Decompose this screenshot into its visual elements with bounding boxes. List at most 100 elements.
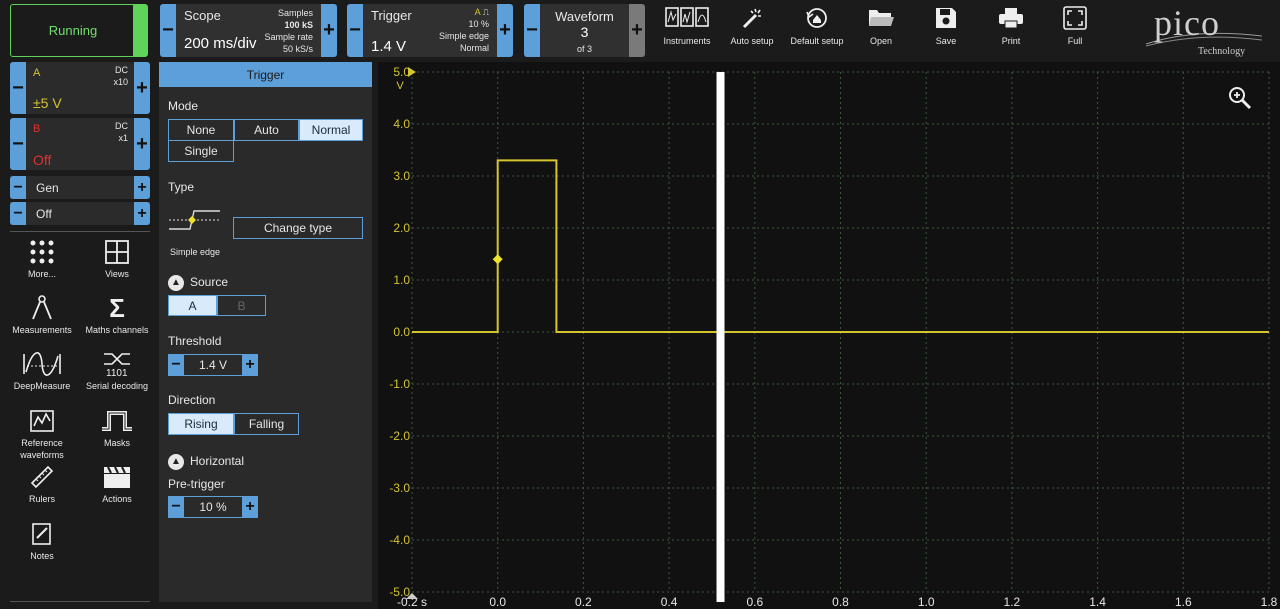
pretrigger-increase-button[interactable]: + (242, 496, 258, 518)
deepmeasure-tool[interactable]: DeepMeasure (2, 350, 82, 392)
open-button[interactable]: Open (846, 4, 916, 54)
y-tick-label: 3.0 (393, 169, 410, 183)
trigger-decrease-button[interactable]: − (347, 4, 363, 57)
timebase-decrease-button[interactable]: − (160, 4, 176, 57)
trigger-level-value: 1.4 V (371, 38, 407, 55)
auto-setup-button[interactable]: Auto setup (717, 4, 787, 54)
channel-b-range: Off (33, 152, 52, 168)
mode-single-button[interactable]: Single (168, 140, 234, 162)
trigger-channel: A (474, 7, 481, 17)
timebase-increase-button[interactable]: + (321, 4, 337, 57)
x-tick-label: 0.4 (661, 595, 678, 609)
views-tool[interactable]: Views (77, 238, 157, 280)
deepmeasure-icon (23, 352, 61, 376)
change-type-button[interactable]: Change type (233, 217, 363, 239)
trigger-panel: Trigger Mode None Auto Normal Single Typ… (159, 62, 372, 602)
pretrigger-decrease-button[interactable]: − (168, 496, 184, 518)
reset-icon (806, 8, 827, 28)
save-label: Save (935, 36, 957, 46)
trigger-type: Simple edge (438, 31, 489, 41)
x-tick-label: 1.0 (918, 595, 935, 609)
threshold-label: Threshold (168, 334, 222, 348)
rulers-label: Rulers (28, 494, 55, 504)
full-label: Full (1067, 36, 1083, 46)
direction-rising-button[interactable]: Rising (168, 413, 234, 435)
trigger-increase-button[interactable]: + (497, 4, 513, 57)
channel-b-increase-button[interactable]: + (134, 118, 150, 170)
channel-a-control: − A DC x10 ±5 V + (10, 62, 150, 114)
threshold-increase-button[interactable]: + (242, 354, 258, 376)
waveform-next-button[interactable]: + (629, 4, 645, 57)
x-tick-label: 0.0 (489, 595, 506, 609)
pretrigger-value[interactable]: 10 % (184, 496, 242, 518)
trigger-control: − Trigger 1.4 V A ⎍ 10 % Simple edge Nor… (347, 4, 513, 57)
mode-auto-button[interactable]: Auto (234, 119, 299, 141)
channel-a-trace (412, 159, 1269, 333)
more-tool[interactable]: More... (2, 238, 82, 280)
source-b-button[interactable]: B (217, 295, 266, 316)
notes-label: Notes (30, 551, 54, 561)
oscilloscope-view[interactable]: 5.0 4.0 3.0 2.0 1.0 0.0 -1.0 -2.0 -3.0 -4.0 -5.0 V -… (378, 62, 1280, 609)
run-indicator (133, 5, 147, 56)
trigger-pretrigger-pct: 10 % (468, 19, 489, 29)
source-a-button[interactable]: A (168, 295, 217, 316)
reference-waveforms-tool[interactable]: Reference waveforms (2, 407, 82, 461)
instruments-button[interactable]: Instruments (652, 4, 722, 54)
waveform-previous-button[interactable]: − (524, 4, 540, 57)
channel-a-decrease-button[interactable]: − (10, 62, 26, 114)
x-tick-label: 1.2 (1004, 595, 1021, 609)
y-tick-label: 2.0 (393, 221, 410, 235)
clapper-icon (104, 466, 130, 488)
masks-tool[interactable]: Masks (77, 407, 157, 449)
generator-decrease-button[interactable]: − (10, 176, 26, 199)
more-label: More... (27, 269, 56, 279)
instruments-icon (665, 7, 709, 27)
pico-logo: pico Technology (1140, 3, 1268, 58)
threshold-value[interactable]: 1.4 V (184, 354, 242, 376)
channel-a-increase-button[interactable]: + (134, 62, 150, 114)
mode-none-button[interactable]: None (168, 119, 234, 141)
serial-decoding-tool[interactable]: 1101 Serial decoding (77, 350, 157, 392)
save-button[interactable]: Save (911, 4, 981, 54)
default-setup-button[interactable]: Default setup (782, 4, 852, 54)
horizontal-section[interactable]: ▲ Horizontal (168, 454, 244, 470)
channel-a-coupling: DC (115, 65, 128, 75)
threshold-decrease-button[interactable]: − (168, 354, 184, 376)
notes-icon (32, 523, 51, 545)
folder-icon (869, 10, 894, 26)
notes-tool[interactable]: Notes (2, 520, 82, 562)
mode-label: Mode (168, 99, 199, 113)
x-tick-label: 1.6 (1175, 595, 1192, 609)
generator-increase-button[interactable]: + (134, 176, 150, 199)
threshold-stepper: − 1.4 V + (168, 354, 258, 376)
sample-rate-label: Sample rate (264, 32, 313, 42)
actions-tool[interactable]: Actions (77, 463, 157, 505)
waveform-navigator: − Waveform 3 of 3 + (524, 4, 645, 57)
channel-b-decrease-button[interactable]: − (10, 118, 26, 170)
measurements-tool[interactable]: Measurements (2, 294, 82, 336)
waveform-chart[interactable]: 5.04.03.02.01.00.0-1.0-2.0-3.0-4.0-5.0V-… (378, 62, 1280, 609)
direction-falling-button[interactable]: Falling (234, 413, 299, 435)
maths-channels-tool[interactable]: Σ Maths channels (77, 293, 157, 336)
channel-b-coupling: DC (115, 121, 128, 131)
generator-state-increase-button[interactable]: + (134, 202, 150, 225)
trigger-panel-header: Trigger (159, 62, 372, 87)
run-stop-button[interactable]: Running (10, 4, 148, 57)
printer-icon (999, 8, 1023, 29)
measurements-label: Measurements (12, 325, 72, 335)
y-tick-label: 4.0 (393, 117, 410, 131)
run-state-label: Running (48, 23, 98, 38)
views-label: Views (105, 269, 129, 279)
trigger-mode: Normal (459, 43, 489, 53)
zoom-icon[interactable] (1228, 86, 1252, 110)
source-section[interactable]: ▲ Source (168, 275, 228, 291)
full-screen-button[interactable]: Full (1040, 4, 1110, 54)
logo-subtitle: Technology (1198, 46, 1246, 57)
channel-a-name: A (33, 67, 41, 79)
type-label: Type (168, 180, 195, 194)
generator-state-decrease-button[interactable]: − (10, 202, 26, 225)
rulers-tool[interactable]: Rulers (2, 463, 82, 505)
print-button[interactable]: Print (976, 4, 1046, 54)
mode-normal-button[interactable]: Normal (299, 119, 363, 141)
scope-title: Scope (184, 8, 221, 23)
